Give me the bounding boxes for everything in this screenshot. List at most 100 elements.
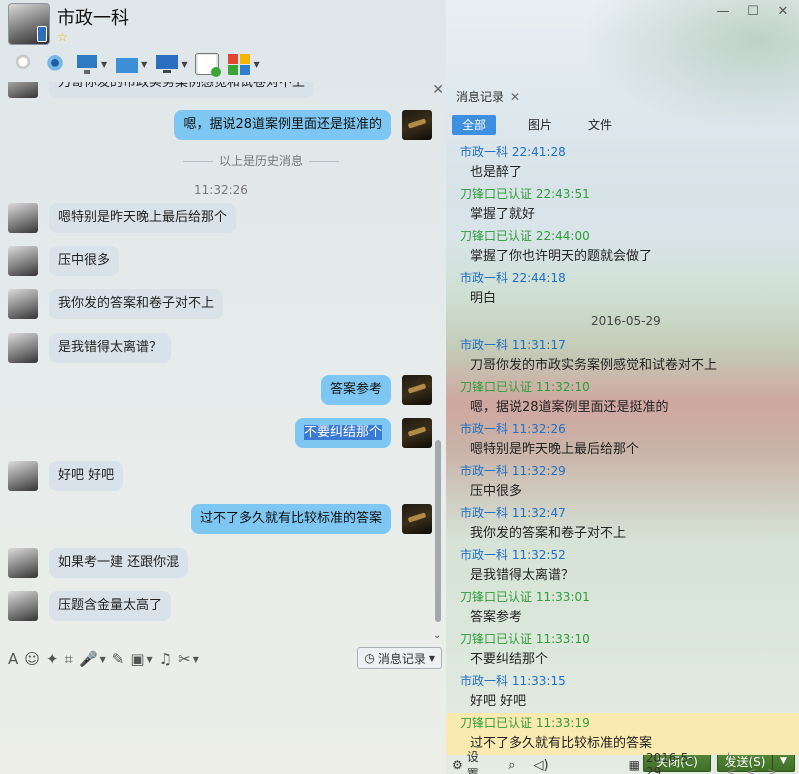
- minimize-button[interactable]: —: [715, 4, 731, 20]
- chevron-down-icon[interactable]: ▼: [141, 60, 147, 69]
- voice-call-button[interactable]: [8, 50, 38, 78]
- record-text: 答案参考: [470, 610, 523, 625]
- page-nav-icons[interactable]: |<<>: [727, 751, 799, 774]
- clock-icon: ◷: [364, 651, 375, 665]
- contact-avatar-small[interactable]: [8, 289, 38, 319]
- history-record: 刀锋口已认证 22:44:00 掌握了你也许明天的题就会做了: [460, 226, 795, 268]
- search-icon[interactable]: ⌕: [508, 758, 515, 773]
- record-sender: 市政一科: [460, 271, 509, 285]
- record-time: 22:43:51: [535, 187, 590, 201]
- music-icon[interactable]: ♫: [159, 650, 172, 668]
- record-time: 11:33:19: [535, 716, 590, 730]
- my-avatar[interactable]: [402, 504, 432, 534]
- history-record: 市政一科 11:32:52 是我错得太离谱？: [460, 545, 795, 587]
- record-sender: 刀锋口已认证: [460, 590, 533, 604]
- tab-message-history[interactable]: 消息记录 ✕: [456, 88, 520, 105]
- chat-area[interactable]: ✕ 刀哥你发的市政实务案例感觉和试卷对不上 嗯，据说28道案例里面还是挺准的 以…: [0, 82, 446, 644]
- contact-avatar-small[interactable]: [8, 548, 38, 578]
- maximize-button[interactable]: ☐: [745, 4, 761, 20]
- record-sender: 刀锋口已认证: [460, 229, 533, 243]
- record-time: 11:32:52: [511, 548, 566, 562]
- filter-images[interactable]: 图片: [518, 115, 562, 135]
- settings-label[interactable]: 设置: [467, 748, 490, 774]
- file-transfer-button[interactable]: ▼: [112, 50, 150, 78]
- emoji-icon[interactable]: ☺: [24, 650, 40, 668]
- contact-avatar-small[interactable]: [8, 246, 38, 276]
- message-input[interactable]: [0, 674, 446, 744]
- contact-avatar-small[interactable]: [8, 333, 38, 363]
- chevron-down-icon[interactable]: ▼: [253, 60, 259, 69]
- contact-avatar-small[interactable]: [8, 591, 38, 621]
- my-avatar[interactable]: [402, 110, 432, 140]
- filter-files[interactable]: 文件: [578, 115, 622, 135]
- screenshot-clip-icon[interactable]: ⌗: [64, 650, 72, 668]
- message-history-button[interactable]: ◷ 消息记录 ▼: [357, 647, 442, 669]
- speaker-icon[interactable]: ◁): [533, 758, 548, 773]
- message-bubble[interactable]: 压题含金量太高了: [49, 591, 172, 621]
- message-bubble[interactable]: 是我错得太离谱？: [49, 333, 172, 363]
- message-bubble[interactable]: 好吧 好吧: [49, 461, 124, 491]
- history-record: 刀锋口已认证 11:33:01 答案参考: [460, 587, 795, 629]
- message-bubble-selected[interactable]: 不要纠结那个: [294, 418, 391, 448]
- history-record: 市政一科 22:44:18 明白: [460, 268, 795, 310]
- message-bubble[interactable]: 压中很多: [49, 246, 120, 276]
- contact-avatar-small[interactable]: [8, 203, 38, 233]
- record-time: 11:33:15: [511, 674, 566, 688]
- history-record: 市政一科 11:31:17 刀哥你发的市政实务案例感觉和试卷对不上: [460, 335, 795, 377]
- record-sender: 市政一科: [460, 674, 509, 688]
- record-sender: 市政一科: [460, 145, 509, 159]
- message-bubble[interactable]: 嗯，据说28道案例里面还是挺准的: [174, 110, 391, 140]
- message-bubble[interactable]: 嗯特别是昨天晚上最后给那个: [49, 203, 237, 233]
- scrollbar-thumb[interactable]: [435, 440, 441, 622]
- message-bubble[interactable]: 如果考一建 还跟你混: [49, 548, 189, 578]
- filter-all[interactable]: 全部: [452, 115, 497, 135]
- remote-desktop-button[interactable]: ▼: [152, 50, 190, 78]
- history-record: 市政一科 11:32:47 我你发的答案和卷子对不上: [460, 503, 795, 545]
- edit-icon[interactable]: ✎: [112, 650, 125, 668]
- my-avatar[interactable]: [402, 418, 432, 448]
- image-icon[interactable]: ▣ ▼: [130, 650, 152, 668]
- record-header: 刀锋口已认证 11:33:10: [460, 629, 795, 649]
- record-sender: 市政一科: [460, 506, 509, 520]
- nudge-icon[interactable]: ✦: [46, 650, 59, 668]
- chevron-down-icon[interactable]: ▼: [181, 60, 187, 69]
- record-header: 刀锋口已认证 11:32:10: [460, 377, 795, 397]
- chat-scrollbar[interactable]: [434, 90, 442, 630]
- history-date[interactable]: 2016-5-29: [646, 751, 707, 774]
- font-icon[interactable]: A: [8, 650, 18, 668]
- screen-share-button[interactable]: ▼: [72, 50, 110, 78]
- microphone-icon: [11, 53, 35, 75]
- record-sender: 市政一科: [460, 464, 509, 478]
- message-bubble[interactable]: 刀哥你发的市政实务案例感觉和试卷对不上: [49, 82, 315, 98]
- video-call-button[interactable]: [40, 50, 70, 78]
- contact-avatar-small[interactable]: [8, 82, 38, 98]
- message-bubble[interactable]: 答案参考: [320, 375, 391, 405]
- note-icon: [195, 53, 222, 77]
- chevron-down-icon[interactable]: ⌄: [433, 630, 441, 641]
- tab-label: 消息记录: [456, 90, 505, 104]
- close-icon[interactable]: ✕: [510, 90, 520, 104]
- gear-icon[interactable]: ⚙: [452, 758, 463, 772]
- selected-text[interactable]: 不要纠结那个: [303, 425, 382, 440]
- message-bubble[interactable]: 过不了多久就有比较标准的答案: [190, 504, 391, 534]
- close-window-button[interactable]: ✕: [775, 4, 791, 20]
- voice-message-icon[interactable]: 🎤 ▼: [79, 650, 106, 668]
- chevron-down-icon[interactable]: ▼: [101, 60, 107, 69]
- contact-avatar[interactable]: [8, 3, 50, 45]
- contact-avatar-small[interactable]: [8, 461, 38, 491]
- record-time: 11:33:01: [535, 590, 590, 604]
- message-row: 答案参考: [320, 375, 432, 405]
- message-bubble[interactable]: 我你发的答案和卷子对不上: [49, 289, 224, 319]
- apps-button[interactable]: ▼: [224, 50, 262, 78]
- history-record: 刀锋口已认证 22:43:51 掌握了就好: [460, 184, 795, 226]
- message-row: 我你发的答案和卷子对不上: [8, 289, 224, 319]
- star-icon[interactable]: ☆: [57, 30, 68, 44]
- my-avatar[interactable]: [402, 375, 432, 405]
- message-row: 如果考一建 还跟你混: [8, 548, 189, 578]
- record-sender: 刀锋口已认证: [460, 380, 533, 394]
- note-button[interactable]: [192, 50, 222, 78]
- contact-name[interactable]: 市政一科: [57, 4, 129, 30]
- calendar-icon[interactable]: ▦: [629, 758, 640, 772]
- history-records[interactable]: 市政一科 22:41:28 也是醉了 刀锋口已认证 22:43:51 掌握了就好…: [446, 142, 799, 755]
- scissors-icon[interactable]: ✂ ▼: [178, 650, 199, 668]
